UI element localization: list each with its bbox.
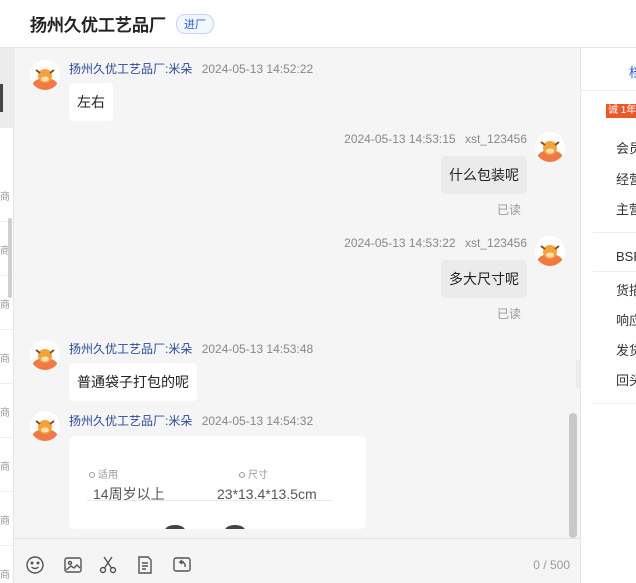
avatar[interactable] — [535, 236, 565, 266]
template-icon[interactable] — [135, 555, 155, 575]
info-item: 货描 — [616, 283, 636, 298]
info-item: 发货 — [616, 343, 636, 358]
conversation-item-text: 商 — [0, 300, 10, 311]
sender-name: 扬州久优工艺品厂:米朵 — [69, 342, 193, 356]
sender-name: xst_123456 — [464, 236, 527, 250]
chat-scrollbar[interactable] — [569, 413, 577, 538]
message-meta: 扬州久优工艺品厂:米朵 2024-05-13 14:54:32 — [69, 412, 313, 429]
message-time: 2024-05-13 14:53:15 — [344, 132, 456, 146]
conversation-item[interactable]: 商 — [0, 492, 13, 546]
conversation-item[interactable]: 商 — [0, 438, 13, 492]
divider — [593, 403, 636, 404]
avatar[interactable] — [30, 411, 60, 441]
conversation-item[interactable]: 商 — [0, 168, 13, 222]
quick-reply-icon[interactable] — [172, 555, 192, 575]
scissors-icon[interactable] — [98, 555, 118, 575]
conversation-list: 商 商 商 商 商 商 商 商 — [0, 48, 14, 583]
conversation-list-header — [0, 48, 13, 128]
tab-profile[interactable]: 档 — [629, 62, 636, 81]
avatar[interactable] — [30, 340, 60, 370]
conversation-item-text: 商 — [0, 570, 10, 581]
emoji-icon[interactable] — [25, 555, 45, 575]
conversation-item-text: 商 — [0, 192, 10, 203]
conversation-item[interactable]: 商 — [0, 384, 13, 438]
sender-name: xst_123456 — [464, 132, 527, 146]
divider — [593, 232, 636, 233]
conversation-item-text: 商 — [0, 354, 10, 365]
shop-info-panel: 档 诚 1年 会员 经营 主营 BSR 货描 响应 发货 回头 — [580, 48, 636, 583]
message-bubble[interactable]: 左右 — [69, 83, 113, 121]
conversation-item-text: 商 — [0, 516, 10, 527]
divider — [593, 271, 636, 272]
read-status: 已读 — [496, 203, 521, 217]
message-meta: 2024-05-13 14:53:22 xst_123456 — [344, 236, 527, 250]
read-status: 已读 — [496, 307, 521, 321]
trust-badge: 诚 1年 — [606, 104, 636, 118]
sender-name: 扬州久优工艺品厂:米朵 — [69, 414, 193, 428]
conversation-item-text: 商 — [0, 462, 10, 473]
conversation-item-text: 商 — [0, 408, 10, 419]
info-item: BSR — [616, 249, 636, 264]
message-meta: 扬州久优工艺品厂:米朵 2024-05-13 14:52:22 — [69, 60, 313, 77]
product-photo-fragment — [165, 525, 245, 529]
message-bubble[interactable]: 普通袋子打包的呢 — [69, 363, 197, 401]
input-toolbar: 0 / 500 — [14, 538, 580, 583]
message-time: 2024-05-13 14:53:22 — [344, 236, 456, 250]
selection-marker — [0, 84, 3, 112]
spec-label: 尺寸 — [239, 466, 268, 481]
shop-title: 扬州久优工艺品厂 — [30, 16, 166, 35]
info-item: 会员 — [616, 141, 636, 156]
conversation-list-scrollbar[interactable] — [8, 218, 12, 298]
message-bubble[interactable]: 什么包装呢 — [441, 156, 527, 194]
chat-messages: 扬州久优工艺品厂:米朵 2024-05-13 14:52:22 左右 2024-… — [14, 48, 580, 538]
spec-label: 适用 — [89, 466, 118, 481]
product-image-message[interactable]: 适用 14周岁以上 尺寸 23*13.4*13.5cm — [69, 436, 366, 529]
message-time: 2024-05-13 14:52:22 — [201, 62, 314, 76]
shop-type-badge: 进厂 — [176, 13, 214, 34]
spec-value: 14周岁以上 — [93, 486, 165, 502]
info-item: 回头 — [616, 373, 636, 388]
conversation-item[interactable]: 商 — [0, 546, 13, 583]
info-item: 经营 — [616, 172, 636, 187]
message-meta: 2024-05-13 14:53:15 xst_123456 — [344, 132, 527, 146]
image-icon[interactable] — [63, 555, 83, 575]
message-bubble[interactable]: 多大尺寸呢 — [441, 260, 527, 298]
message-meta: 扬州久优工艺品厂:米朵 2024-05-13 14:53:48 — [69, 340, 313, 357]
divider — [87, 500, 333, 501]
avatar[interactable] — [535, 132, 565, 162]
conversation-item[interactable]: 商 — [0, 330, 13, 384]
avatar[interactable] — [30, 60, 60, 90]
message-time: 2024-05-13 14:54:32 — [201, 414, 314, 428]
info-item: 响应 — [616, 313, 636, 328]
char-counter: 0 / 500 — [533, 558, 570, 572]
info-item: 主营 — [616, 202, 636, 217]
tab-divider — [581, 90, 636, 91]
message-time: 2024-05-13 14:53:48 — [201, 342, 314, 356]
sender-name: 扬州久优工艺品厂:米朵 — [69, 62, 193, 76]
chat-header: 扬州久优工艺品厂 进厂 — [0, 0, 636, 48]
